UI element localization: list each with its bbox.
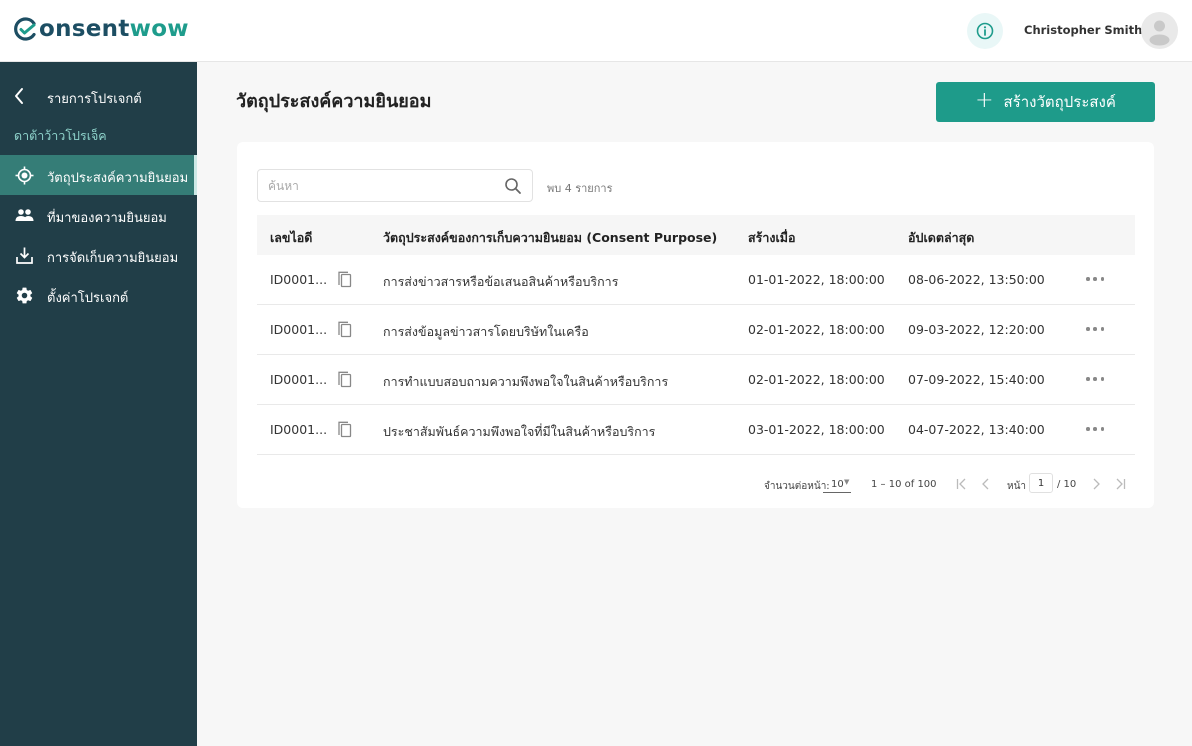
sidebar-item-label: ตั้งค่าโปรเจกต์: [47, 291, 129, 306]
table-row[interactable]: ID0001... การทำแบบสอบถามความพึงพอใจในสิน…: [257, 355, 1135, 405]
sidebar-item-label: การจัดเก็บความยินยอม: [47, 251, 179, 266]
plus-icon: +: [975, 88, 994, 113]
project-name: ดาต้าว้าวโปรเจ็ค: [14, 128, 107, 143]
sidebar-item-consent-purpose[interactable]: วัตถุประสงค์ความยินยอม: [0, 155, 197, 195]
row-purpose[interactable]: การส่งข้อมูลข่าวสารโดยบริษัทในเครือ: [383, 322, 589, 342]
more-options-icon[interactable]: [1086, 421, 1104, 437]
purposes-table: เลขไอดี วัตถุประสงค์ของการเก็บความยินยอม…: [257, 215, 1135, 455]
search-box: [257, 169, 533, 202]
row-created: 03-01-2022, 18:00:00: [748, 422, 885, 437]
total-pages: / 10: [1057, 479, 1077, 490]
logo-mark-icon: [14, 17, 36, 41]
consentwow-logo[interactable]: onsent wow: [14, 16, 189, 42]
sidebar-nav: วัตถุประสงค์ความยินยอม ที่มาของความยินยอ…: [0, 155, 197, 315]
user-name[interactable]: Christopher Smith: [1024, 23, 1142, 37]
more-options-icon[interactable]: [1086, 371, 1104, 387]
table-row[interactable]: ID0001... การส่งข้อมูลข่าวสารโดยบริษัทใน…: [257, 305, 1135, 355]
row-updated: 07-09-2022, 15:40:00: [908, 372, 1045, 387]
copy-icon[interactable]: [337, 271, 353, 288]
sidebar-item-consent-source[interactable]: ที่มาของความยินยอม: [0, 195, 197, 235]
rows-per-page-value: 10: [831, 479, 844, 490]
row-created: 01-01-2022, 18:00:00: [748, 272, 885, 287]
sidebar-item-label: วัตถุประสงค์ความยินยอม: [47, 171, 189, 186]
row-updated: 08-06-2022, 13:50:00: [908, 272, 1045, 287]
table-body: ID0001... การส่งข่าวสารหรือข้อเสนอสินค้า…: [257, 255, 1135, 455]
row-purpose[interactable]: การส่งข่าวสารหรือข้อเสนอสินค้าหรือบริการ: [383, 272, 618, 292]
back-to-projects-link[interactable]: รายการโปรเจกต์: [0, 84, 197, 108]
column-header-id[interactable]: เลขไอดี: [270, 228, 312, 248]
logo-text-accent: wow: [129, 16, 189, 42]
chevron-left-icon: [15, 88, 23, 104]
caret-down-icon: ▼: [844, 478, 850, 486]
row-created: 02-01-2022, 18:00:00: [748, 322, 885, 337]
page-label: หน้า: [1007, 481, 1027, 492]
sidebar-item-consent-storage[interactable]: การจัดเก็บความยินยอม: [0, 235, 197, 275]
current-page-input[interactable]: [1029, 473, 1053, 493]
row-id: ID0001...: [270, 422, 328, 437]
next-page-icon[interactable]: [1089, 477, 1103, 491]
sidebar-item-project-settings[interactable]: ตั้งค่าโปรเจกต์: [0, 275, 197, 315]
row-id: ID0001...: [270, 272, 328, 287]
rows-per-page-select[interactable]: 10 ▼: [823, 476, 851, 493]
table-row[interactable]: ID0001... ประชาสัมพันธ์ความพึงพอใจที่มีใ…: [257, 405, 1135, 455]
back-label: รายการโปรเจกต์: [47, 92, 142, 107]
prev-page-icon[interactable]: [979, 477, 993, 491]
rows-per-page-label: จำนวนต่อหน้า:: [764, 481, 830, 492]
purposes-card: พบ 4 รายการ เลขไอดี วัตถุประสงค์ของการเก…: [237, 142, 1154, 508]
target-icon: [15, 166, 34, 185]
copy-icon[interactable]: [337, 321, 353, 338]
logo-text-primary: onsent: [39, 16, 130, 42]
row-purpose[interactable]: การทำแบบสอบถามความพึงพอใจในสินค้าหรือบริ…: [383, 372, 668, 392]
create-purpose-button[interactable]: + สร้างวัตถุประสงค์: [936, 82, 1155, 122]
search-input[interactable]: [268, 177, 498, 195]
row-id: ID0001...: [270, 372, 328, 387]
row-purpose[interactable]: ประชาสัมพันธ์ความพึงพอใจที่มีในสินค้าหรื…: [383, 422, 655, 442]
page-title: วัตถุประสงค์ความยินยอม: [236, 91, 432, 112]
page-range: 1 – 10 of 100: [871, 479, 937, 490]
sidebar-item-label: ที่มาของความยินยอม: [47, 211, 167, 226]
avatar[interactable]: [1141, 12, 1178, 49]
copy-icon[interactable]: [337, 371, 353, 388]
row-created: 02-01-2022, 18:00:00: [748, 372, 885, 387]
search-icon[interactable]: [504, 177, 522, 195]
info-button[interactable]: [967, 13, 1003, 49]
download-icon: [15, 246, 34, 265]
last-page-icon[interactable]: [1113, 477, 1127, 491]
more-options-icon[interactable]: [1086, 271, 1104, 287]
sidebar: รายการโปรเจกต์ ดาต้าว้าวโปรเจ็ค วัตถุประ…: [0, 62, 197, 746]
table-header: เลขไอดี วัตถุประสงค์ของการเก็บความยินยอม…: [257, 215, 1135, 255]
copy-icon[interactable]: [337, 421, 353, 438]
top-header: onsent wow Christopher Smith: [0, 0, 1192, 62]
row-updated: 04-07-2022, 13:40:00: [908, 422, 1045, 437]
people-icon: [15, 206, 34, 225]
first-page-icon[interactable]: [955, 477, 969, 491]
create-purpose-label: สร้างวัตถุประสงค์: [1003, 93, 1116, 111]
user-avatar-icon: [1149, 20, 1170, 46]
column-header-updated[interactable]: อัปเดตล่าสุด: [908, 228, 974, 248]
column-header-purpose[interactable]: วัตถุประสงค์ของการเก็บความยินยอม (Consen…: [383, 228, 717, 248]
more-options-icon[interactable]: [1086, 321, 1104, 337]
pagination: จำนวนต่อหน้า: 10 ▼ 1 – 10 of 100 หน้า / …: [237, 473, 1154, 496]
column-header-created[interactable]: สร้างเมื่อ: [748, 228, 796, 248]
info-icon: [976, 22, 994, 40]
gear-icon: [15, 286, 34, 305]
table-row[interactable]: ID0001... การส่งข่าวสารหรือข้อเสนอสินค้า…: [257, 255, 1135, 305]
row-updated: 09-03-2022, 12:20:00: [908, 322, 1045, 337]
row-id: ID0001...: [270, 322, 328, 337]
result-count: พบ 4 รายการ: [547, 182, 613, 195]
